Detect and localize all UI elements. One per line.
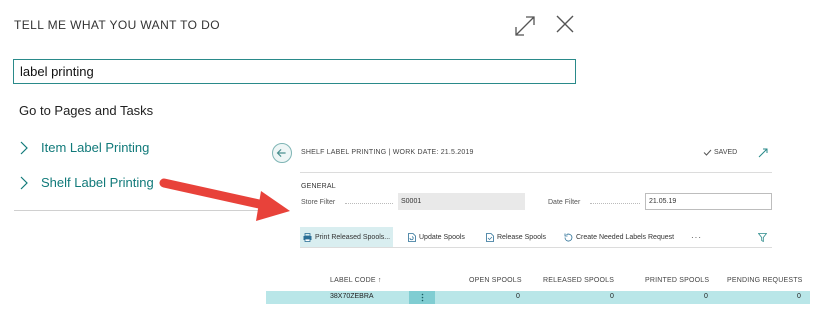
more-actions-button[interactable]: ··· [691, 227, 702, 247]
cell-open-spools: 0 [516, 293, 520, 300]
column-header-printed-spools[interactable]: PRINTED SPOOLS [645, 277, 709, 284]
tell-me-title: TELL ME WHAT YOU WANT TO DO [14, 18, 220, 32]
column-header-released-spools[interactable]: RELEASED SPOOLS [543, 277, 614, 284]
dotted-leader [590, 203, 640, 204]
result-label: Item Label Printing [41, 140, 150, 155]
saved-label: SAVED [714, 149, 738, 156]
result-label: Shelf Label Printing [41, 175, 154, 190]
close-icon[interactable] [555, 14, 575, 34]
cell-pending-requests: 0 [797, 293, 801, 300]
column-header-open-spools[interactable]: OPEN SPOOLS [469, 277, 522, 284]
create-needed-labels-request-button[interactable]: Create Needed Labels Request [564, 227, 674, 247]
print-released-spools-button[interactable]: Print Released Spools... [300, 227, 394, 247]
section-heading: Go to Pages and Tasks [19, 103, 154, 118]
back-arrow-icon[interactable] [272, 143, 292, 163]
document-refresh-icon [408, 232, 416, 242]
printer-icon [303, 232, 312, 242]
create-request-icon [564, 233, 573, 241]
action-label: Print Released Spools... [315, 233, 391, 241]
header-divider [300, 172, 772, 173]
divider [14, 210, 271, 211]
result-shelf-label-printing[interactable]: Shelf Label Printing [19, 175, 154, 190]
chevron-right-icon [20, 141, 28, 154]
result-item-label-printing[interactable]: Item Label Printing [19, 140, 149, 155]
release-spools-button[interactable]: Release Spools [486, 227, 546, 247]
action-label: Release Spools [497, 233, 547, 241]
expand-icon[interactable] [514, 15, 536, 37]
saved-status: SAVED [703, 149, 737, 156]
column-header-pending-requests[interactable]: PENDING REQUESTS [727, 277, 803, 284]
vertical-ellipsis-icon [421, 293, 423, 302]
checkmark-icon [703, 149, 712, 156]
cell-label-code[interactable]: 38X70ZEBRA [330, 293, 374, 300]
search-input[interactable] [13, 59, 576, 84]
store-filter-field[interactable]: S0001 [398, 193, 525, 210]
action-label: Update Spools [419, 233, 465, 241]
action-bar: Print Released Spools... Update Spools R… [300, 227, 772, 248]
filter-button[interactable] [758, 227, 770, 247]
column-header-label-code[interactable]: LABEL CODE ↑ [330, 277, 382, 284]
date-filter-label: Date Filter [548, 199, 581, 206]
cell-released-spools: 0 [610, 293, 614, 300]
action-label: Create Needed Labels Request [576, 233, 675, 241]
page-title: SHELF LABEL PRINTING | WORK DATE: 21.5.2… [301, 149, 474, 156]
document-icon [486, 232, 494, 242]
update-spools-button[interactable]: Update Spools [408, 227, 465, 247]
store-filter-label: Store Filter [301, 199, 336, 206]
group-heading[interactable]: GENERAL [301, 183, 336, 190]
dotted-leader [345, 203, 393, 204]
row-menu-button[interactable] [409, 291, 435, 304]
date-filter-field[interactable]: 21.05.19 [645, 193, 772, 210]
filter-icon [758, 232, 767, 242]
cell-printed-spools: 0 [704, 293, 708, 300]
expand-icon[interactable] [758, 148, 768, 158]
chevron-right-icon [20, 176, 28, 189]
